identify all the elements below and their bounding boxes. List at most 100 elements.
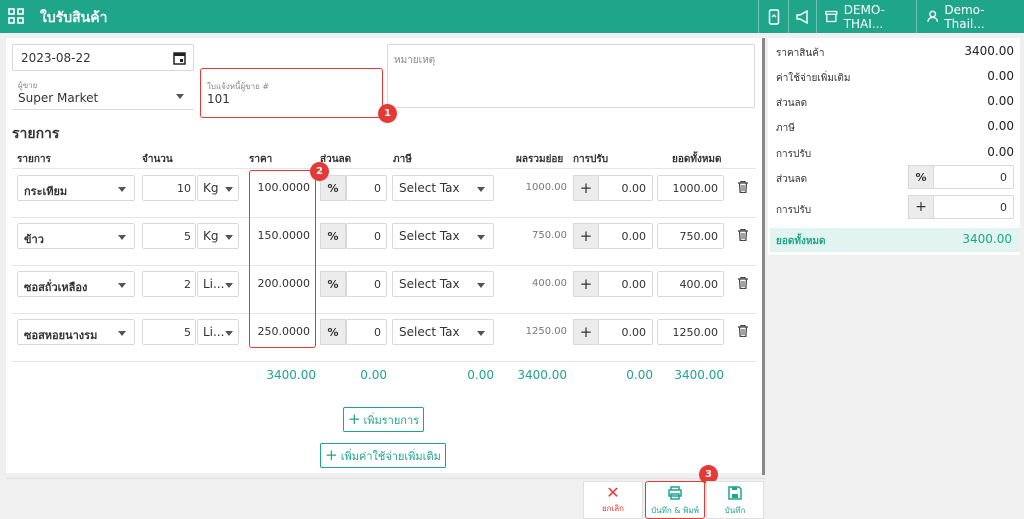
- tax-select[interactable]: Select Tax: [392, 175, 494, 201]
- total-adjust: 0.00: [626, 368, 653, 382]
- discount-type-button[interactable]: %: [320, 223, 346, 249]
- trash-icon[interactable]: [738, 181, 748, 193]
- line-total-value: 750.00: [679, 230, 719, 243]
- plus-symbol: +: [915, 199, 927, 215]
- chevron-down-icon: [118, 187, 126, 192]
- chevron-down-icon: [176, 94, 184, 99]
- announcement-button[interactable]: [788, 0, 816, 33]
- row-divider: [12, 265, 756, 266]
- tax-value: Select Tax: [399, 181, 460, 195]
- mobile-device-button[interactable]: [758, 0, 788, 33]
- discount-input[interactable]: 0: [346, 175, 387, 201]
- unit-select[interactable]: Li...: [197, 271, 239, 297]
- adjust-input[interactable]: 0.00: [598, 271, 653, 297]
- item-name: ข้าว: [24, 233, 44, 246]
- summary-total-value: 3400.00: [962, 232, 1012, 246]
- line-total-input[interactable]: 750.00: [657, 223, 724, 249]
- percent-symbol: %: [915, 170, 927, 184]
- line-total-input[interactable]: 1250.00: [657, 319, 724, 345]
- tax-select[interactable]: Select Tax: [392, 271, 494, 297]
- apps-grid-icon[interactable]: [8, 8, 24, 24]
- summary-adjust-value: 0.00: [987, 145, 1014, 159]
- adjust-type-button[interactable]: +: [573, 319, 599, 345]
- calendar-icon[interactable]: [173, 51, 186, 65]
- note-placeholder: หมายเหตุ: [394, 55, 436, 66]
- chevron-down-icon: [477, 187, 485, 192]
- tax-value: Select Tax: [399, 277, 460, 291]
- qty-input[interactable]: 5: [142, 223, 196, 249]
- adjust-type-button[interactable]: +: [573, 223, 599, 249]
- unit-select[interactable]: Kg: [197, 175, 239, 201]
- subtotal-value: 1250.00: [525, 326, 567, 337]
- summary-adjust-label: การปรับ: [776, 149, 812, 160]
- printer-icon: [668, 486, 682, 500]
- user-menu[interactable]: Demo- Thail...: [916, 0, 1024, 33]
- plus-symbol: +: [579, 227, 593, 245]
- adjust-input[interactable]: 0.00: [598, 223, 653, 249]
- main-scrollbar[interactable]: [762, 38, 765, 475]
- row-divider: [12, 313, 756, 314]
- store-icon: [825, 10, 838, 23]
- vendor-select[interactable]: ผู้ขาย Super Market: [12, 78, 194, 110]
- total-tax: 0.00: [467, 368, 494, 382]
- qty-value: 5: [184, 230, 191, 243]
- location-switcher[interactable]: DEMO-THAI...: [816, 0, 916, 33]
- unit-select[interactable]: Li...: [197, 319, 239, 345]
- adjust-type-button[interactable]: +: [573, 271, 599, 297]
- line-total-input[interactable]: 400.00: [657, 271, 724, 297]
- percent-symbol: %: [327, 277, 339, 291]
- note-field[interactable]: หมายเหตุ: [387, 44, 755, 108]
- line-total-input[interactable]: 1000.00: [657, 175, 724, 201]
- discount-value: 0: [374, 182, 381, 195]
- adjust-value: 0.00: [621, 182, 647, 195]
- item-select[interactable]: ข้าว: [17, 223, 135, 249]
- save-print-button[interactable]: บันทึก & พิมพ์: [645, 481, 705, 519]
- unit-select[interactable]: Kg: [197, 223, 239, 249]
- discount-input[interactable]: 0: [346, 223, 387, 249]
- col-header-adjust: การปรับ: [573, 154, 609, 165]
- subtotal-value: 1000.00: [525, 182, 567, 193]
- trash-icon[interactable]: [738, 277, 748, 289]
- discount-type-button[interactable]: %: [908, 165, 934, 189]
- qty-input[interactable]: 2: [142, 271, 196, 297]
- location-name: DEMO-THAI...: [843, 2, 885, 31]
- add-expense-label: เพิ่มค่าใช้จ่ายเพิ่มเติม: [340, 449, 441, 463]
- adjust-type-button[interactable]: +: [573, 175, 599, 201]
- chevron-down-icon: [477, 235, 485, 240]
- item-name: ซอสหอยนางรม: [24, 329, 98, 342]
- discount-type-button[interactable]: %: [320, 271, 346, 297]
- trash-icon[interactable]: [738, 325, 748, 337]
- summary-discount-input-value: 0: [1000, 171, 1007, 184]
- tax-select[interactable]: Select Tax: [392, 223, 494, 249]
- summary-adjust-input[interactable]: 0: [933, 195, 1014, 219]
- discount-input[interactable]: 0: [346, 319, 387, 345]
- qty-input[interactable]: 10: [142, 175, 196, 201]
- discount-type-button[interactable]: %: [320, 319, 346, 345]
- unit-value: Kg: [203, 229, 219, 243]
- summary-discount-input-row: ส่วนลด % 0: [776, 165, 1014, 189]
- cancel-label: ยกเลิก: [601, 504, 624, 513]
- chevron-down-icon: [118, 235, 126, 240]
- item-name: ซอสถั่วเหลือง: [24, 281, 88, 294]
- col-header-subtotal: ผลรวมย่อย: [516, 154, 564, 165]
- summary-adjust-input-row: การปรับ + 0: [776, 195, 1014, 219]
- summary-discount-input[interactable]: 0: [933, 165, 1014, 189]
- trash-icon[interactable]: [738, 229, 748, 241]
- item-name: กระเทียม: [24, 185, 68, 198]
- percent-symbol: %: [327, 229, 339, 243]
- item-select[interactable]: ซอสถั่วเหลือง: [17, 271, 135, 297]
- item-select[interactable]: กระเทียม: [17, 175, 135, 201]
- tax-select[interactable]: Select Tax: [392, 319, 494, 345]
- item-select[interactable]: ซอสหอยนางรม: [17, 319, 135, 345]
- adjust-input[interactable]: 0.00: [598, 175, 653, 201]
- adjust-input[interactable]: 0.00: [598, 319, 653, 345]
- adjust-type-button[interactable]: +: [908, 195, 934, 219]
- qty-input[interactable]: 5: [142, 319, 196, 345]
- add-expense-button[interactable]: + เพิ่มค่าใช้จ่ายเพิ่มเติม: [320, 443, 446, 468]
- save-button[interactable]: บันทึก: [706, 481, 764, 519]
- date-field[interactable]: 2023-08-22: [12, 44, 194, 71]
- cancel-button[interactable]: ✕ ยกเลิก: [583, 481, 643, 519]
- add-item-button[interactable]: + เพิ่มรายการ: [343, 407, 424, 432]
- unit-value: Li...: [203, 277, 225, 291]
- discount-input[interactable]: 0: [346, 271, 387, 297]
